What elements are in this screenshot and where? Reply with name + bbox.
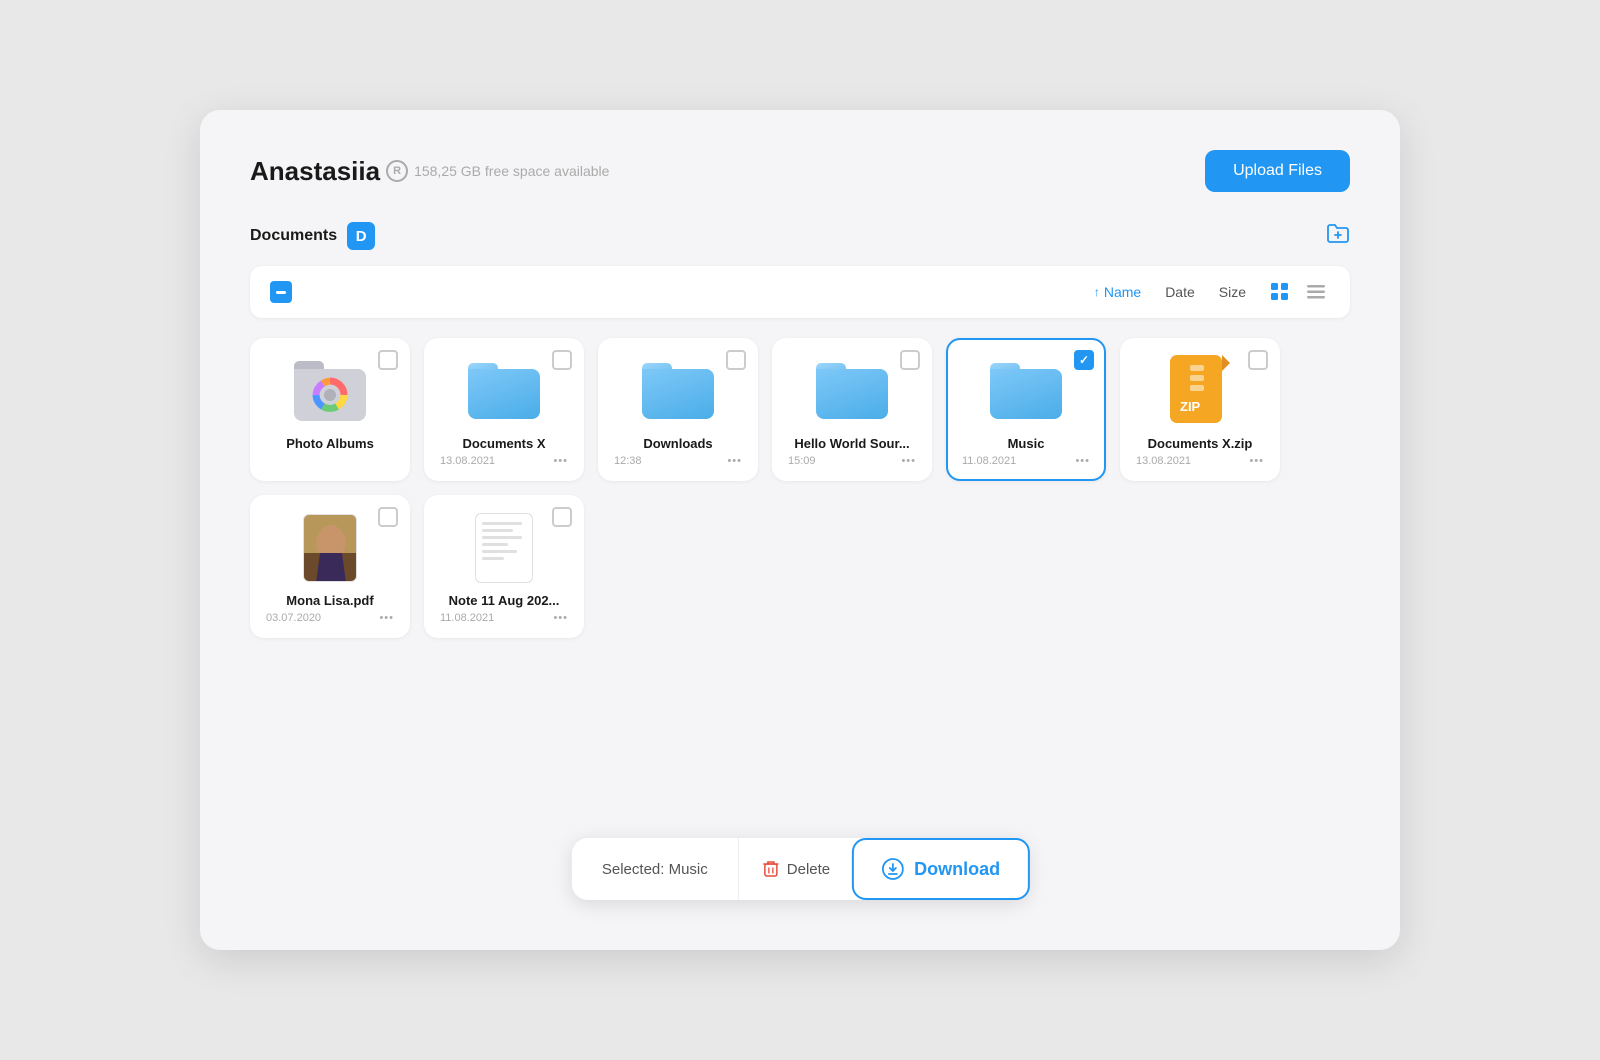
sort-options: ↑ Name Date Size (1094, 284, 1246, 300)
header-left: Anastasiia R 158,25 GB free space availa… (250, 156, 609, 187)
file-item-photo-albums[interactable]: Photo Albums (250, 338, 410, 481)
file-meta-documents-x: 13.08.2021 ••• (440, 455, 568, 467)
file-icon-hello-world (788, 356, 916, 426)
sort-size-button[interactable]: Size (1219, 284, 1246, 300)
registered-icon: R (386, 160, 408, 182)
file-item-note[interactable]: Note 11 Aug 202... 11.08.2021 ••• (424, 495, 584, 638)
file-item-music[interactable]: Music 11.08.2021 ••• (946, 338, 1106, 481)
free-space-label: 158,25 GB free space available (414, 163, 609, 179)
file-item-documents-zip[interactable]: ZIP Documents X.zip 13.08.2021 ••• (1120, 338, 1280, 481)
delete-button[interactable]: Delete (738, 838, 854, 900)
delete-label: Delete (787, 861, 830, 878)
file-meta-hello-world: 15:09 ••• (788, 455, 916, 467)
file-item-hello-world[interactable]: Hello World Sour... 15:09 ••• (772, 338, 932, 481)
file-name-documents-zip: Documents X.zip (1136, 436, 1264, 451)
file-checkbox-photo-albums[interactable] (378, 350, 398, 370)
photo-folder-icon (294, 361, 366, 421)
file-item-documents-x[interactable]: Documents X 13.08.2021 ••• (424, 338, 584, 481)
grid-view-icon[interactable] (1266, 278, 1294, 306)
view-toggle (1266, 278, 1330, 306)
upload-files-button[interactable]: Upload Files (1205, 150, 1350, 192)
breadcrumb-label: Documents (250, 227, 337, 245)
header: Anastasiia R 158,25 GB free space availa… (250, 150, 1350, 192)
note-icon (475, 513, 533, 583)
select-all-button[interactable] (270, 281, 292, 303)
download-icon (882, 858, 904, 880)
download-button[interactable]: Download (852, 838, 1030, 900)
breadcrumb: Documents D (250, 222, 375, 250)
folder-icon-documents-x (468, 363, 540, 419)
file-name-music: Music (962, 436, 1090, 451)
file-checkbox-documents-x[interactable] (552, 350, 572, 370)
zip-icon: ZIP (1170, 355, 1230, 427)
user-name: Anastasiia (250, 156, 380, 187)
sort-name-button[interactable]: ↑ Name (1094, 284, 1141, 300)
folder-icon-hello-world (816, 363, 888, 419)
file-icon-documents-zip: ZIP (1136, 356, 1264, 426)
file-meta-documents-zip: 13.08.2021 ••• (1136, 455, 1264, 467)
file-checkbox-music[interactable] (1074, 350, 1094, 370)
trash-icon (763, 860, 779, 878)
file-name-documents-x: Documents X (440, 436, 568, 451)
sort-date-button[interactable]: Date (1165, 284, 1195, 300)
file-meta-mona-lisa: 03.07.2020 ••• (266, 612, 394, 624)
file-name-note: Note 11 Aug 202... (440, 593, 568, 608)
breadcrumb-row: Documents D (250, 222, 1350, 250)
file-name-downloads: Downloads (614, 436, 742, 451)
file-checkbox-mona-lisa[interactable] (378, 507, 398, 527)
download-label: Download (914, 859, 1000, 880)
file-icon-note (440, 513, 568, 583)
file-checkbox-downloads[interactable] (726, 350, 746, 370)
file-meta-note: 11.08.2021 ••• (440, 612, 568, 624)
folder-icon-downloads (642, 363, 714, 419)
files-grid: Photo Albums Documents X 13.08.2021 ••• (250, 338, 1350, 638)
list-view-icon[interactable] (1302, 278, 1330, 306)
folder-icon-music (990, 363, 1062, 419)
main-card: Anastasiia R 158,25 GB free space availa… (200, 110, 1400, 950)
pdf-thumbnail (303, 514, 357, 582)
file-item-mona-lisa[interactable]: Mona Lisa.pdf 03.07.2020 ••• (250, 495, 410, 638)
file-checkbox-documents-zip[interactable] (1248, 350, 1268, 370)
app-title: Anastasiia R 158,25 GB free space availa… (250, 156, 609, 187)
file-icon-music (962, 356, 1090, 426)
file-checkbox-hello-world[interactable] (900, 350, 920, 370)
bottom-action-bar: Selected: Music Delete Download (572, 838, 1028, 900)
file-meta-downloads: 12:38 ••• (614, 455, 742, 467)
selected-file-label: Selected: Music (572, 861, 738, 878)
file-icon-documents-x (440, 356, 568, 426)
file-icon-photo-albums (266, 356, 394, 426)
file-meta-music: 11.08.2021 ••• (962, 455, 1090, 467)
file-icon-downloads (614, 356, 742, 426)
file-icon-mona-lisa (266, 513, 394, 583)
file-name-hello-world: Hello World Sour... (788, 436, 916, 451)
file-checkbox-note[interactable] (552, 507, 572, 527)
files-toolbar: ↑ Name Date Size (250, 266, 1350, 318)
file-name-photo-albums: Photo Albums (266, 436, 394, 451)
file-name-mona-lisa: Mona Lisa.pdf (266, 593, 394, 608)
file-item-downloads[interactable]: Downloads 12:38 ••• (598, 338, 758, 481)
breadcrumb-icon: D (347, 222, 375, 250)
svg-text:ZIP: ZIP (1180, 399, 1201, 414)
new-folder-icon[interactable] (1326, 222, 1350, 250)
